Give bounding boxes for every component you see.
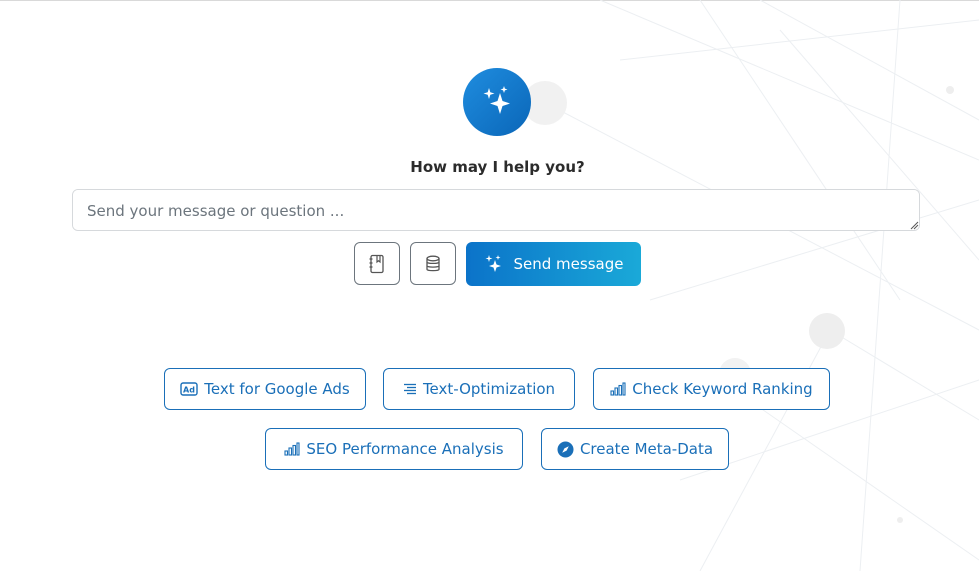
notebook-icon (369, 254, 384, 273)
send-message-button[interactable]: Send message (466, 242, 641, 286)
sparkles-icon (485, 255, 501, 272)
sparkles-icon (483, 86, 510, 114)
bar-chart-icon (284, 442, 300, 456)
suggestion-google-ads[interactable]: Ad Text for Google Ads (164, 368, 366, 410)
suggestion-label: Create Meta-Data (579, 440, 714, 458)
compass-icon (557, 441, 574, 457)
suggestion-text-optimization[interactable]: Text-Optimization (383, 368, 575, 410)
bar-chart-icon (610, 382, 626, 396)
suggestion-label: Text-Optimization (422, 380, 556, 398)
suggestion-label: SEO Performance Analysis (306, 440, 504, 458)
message-input[interactable] (72, 189, 920, 231)
list-icon (403, 383, 416, 395)
suggestion-label: Text for Google Ads (204, 380, 350, 398)
suggestion-label: Check Keyword Ranking (632, 380, 813, 398)
ad-icon: Ad (180, 382, 198, 396)
prompt-title: How may I help you? (410, 158, 585, 176)
suggestion-seo-performance[interactable]: SEO Performance Analysis (265, 428, 523, 470)
resize-grip-icon[interactable] (909, 220, 919, 230)
notebook-button[interactable] (354, 242, 400, 285)
database-button[interactable] (410, 242, 456, 285)
svg-text:Ad: Ad (183, 385, 195, 394)
suggestion-meta-data[interactable]: Create Meta-Data (541, 428, 729, 470)
suggestion-keyword-ranking[interactable]: Check Keyword Ranking (593, 368, 830, 410)
send-message-label: Send message (513, 255, 624, 273)
database-icon (426, 255, 440, 271)
top-divider (0, 0, 979, 1)
assistant-avatar (463, 68, 531, 136)
